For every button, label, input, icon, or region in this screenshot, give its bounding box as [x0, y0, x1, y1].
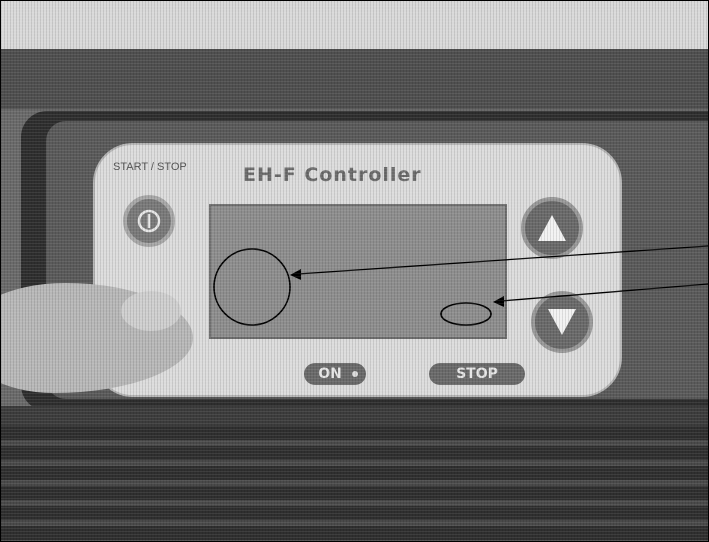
annotation-ellipse [440, 302, 492, 326]
annotation-arrow-1 [297, 245, 708, 275]
annotation-circle [213, 248, 291, 326]
annotation-arrow-2 [500, 283, 708, 302]
annotation-arrowhead-1 [290, 269, 301, 280]
annotation-arrowhead-2 [493, 296, 504, 307]
photo-frame: START / STOP EH-F Controller ON STOP [0, 0, 709, 542]
annotation-overlay [213, 245, 708, 326]
